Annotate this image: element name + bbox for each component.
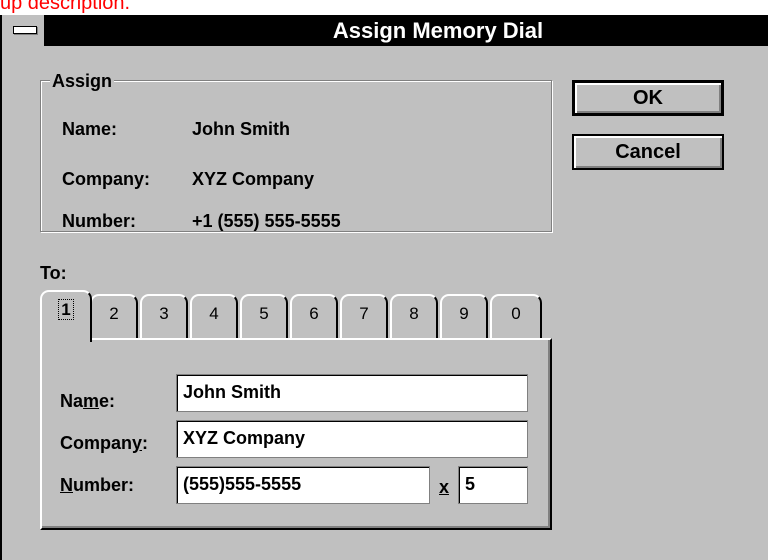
assign-name-value: John Smith — [192, 119, 290, 139]
tab-7[interactable]: 7 — [340, 294, 388, 340]
form-number-label: Number: — [60, 475, 135, 495]
tab-1[interactable]: 1 — [40, 290, 92, 342]
tab-5[interactable]: 5 — [240, 294, 288, 340]
tab-2[interactable]: 2 — [90, 294, 138, 340]
tab-4[interactable]: 4 — [190, 294, 238, 340]
tab-6[interactable]: 6 — [290, 294, 338, 340]
assign-number-label: Number: — [62, 211, 137, 231]
ok-button[interactable]: OK — [572, 80, 724, 116]
name-input[interactable]: John Smith — [176, 374, 528, 412]
assign-number-value: +1 (555) 555-5555 — [192, 211, 341, 231]
assign-company-label: Company: — [62, 169, 151, 189]
tab-0[interactable]: 0 — [490, 294, 542, 340]
tab-label: 1 — [58, 299, 74, 320]
title-bar: Assign Memory Dial — [2, 15, 768, 46]
extension-label: x — [439, 477, 450, 497]
form-company-label: Company: — [60, 433, 149, 453]
number-input[interactable]: (555)555-5555 — [176, 466, 430, 504]
tab-8[interactable]: 8 — [390, 294, 438, 340]
window-title: Assign Memory Dial — [332, 18, 544, 43]
system-menu-icon — [13, 26, 37, 34]
tab-9[interactable]: 9 — [440, 294, 488, 340]
company-input[interactable]: XYZ Company — [176, 420, 528, 458]
assign-group-legend: Assign — [50, 71, 115, 91]
tab-3[interactable]: 3 — [140, 294, 188, 340]
description-caption: up description. — [0, 0, 131, 14]
cancel-button[interactable]: Cancel — [572, 134, 724, 170]
system-menu-button[interactable] — [2, 15, 46, 46]
extension-input[interactable]: 5 — [458, 466, 528, 504]
assign-name-label: Name: — [62, 119, 118, 139]
form-name-label: Name: — [60, 391, 116, 411]
to-label: To: — [40, 263, 67, 283]
assign-company-value: XYZ Company — [192, 169, 315, 189]
